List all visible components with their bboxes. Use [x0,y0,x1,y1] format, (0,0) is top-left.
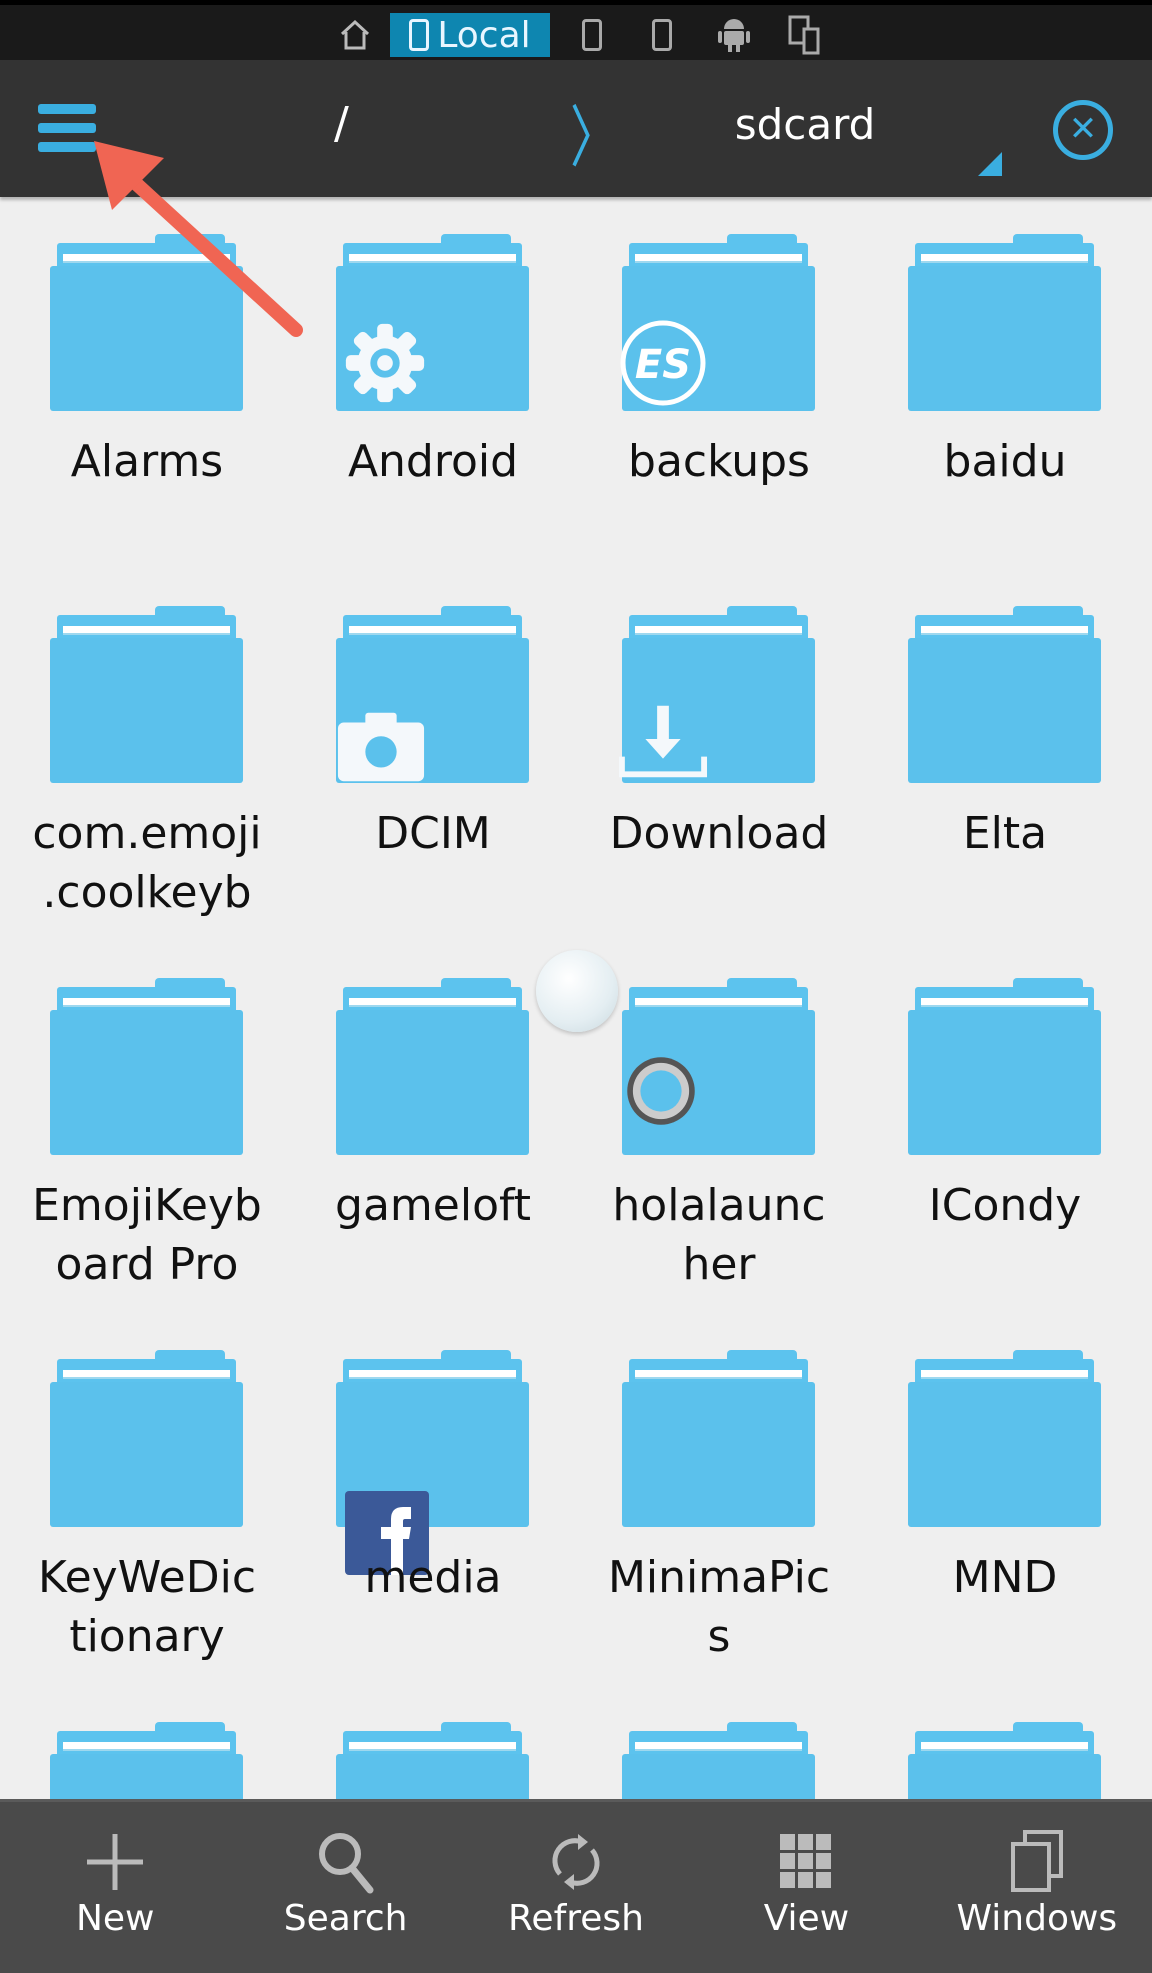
folder-item[interactable]: Download [576,569,862,941]
path-current-folder[interactable]: sdcard [700,100,910,149]
folder-item[interactable]: MinimaPic s [576,1313,862,1685]
folder-item[interactable]: gameloft [290,941,576,1313]
folder-icon [908,234,1101,411]
folder-icon [622,1350,815,1527]
folder-name: Alarms [70,436,224,487]
close-circle-icon[interactable]: ✕ [1053,100,1113,160]
folder-name: backups [628,436,810,487]
folder-name: holalaunc her [612,1180,826,1290]
phone-icon [582,19,602,51]
search-icon [230,1802,460,1898]
folder-name: Download [609,808,829,859]
folder-item[interactable] [290,1685,576,1799]
folder-name: media [364,1552,502,1603]
folder-item[interactable]: EmojiKeyb oard Pro [4,941,290,1313]
home-icon [340,19,370,50]
tab-device-1[interactable] [572,13,612,57]
folder-icon [908,1350,1101,1527]
dropdown-triangle-icon[interactable] [978,152,1002,176]
folder-icon [50,1350,243,1527]
folder-item[interactable]: DCIM [290,569,576,941]
devices-icon [788,15,820,55]
folder-item[interactable]: baidu [862,197,1148,569]
plus-icon [0,1802,230,1898]
windows-label: Windows [956,1898,1118,1939]
path-separator-icon: 〉 [570,98,619,178]
gear-icon [340,318,430,408]
folder-name: DCIM [375,808,491,859]
hamburger-menu-button[interactable] [38,104,96,152]
folder-icon [50,978,243,1155]
windows-icon [922,1802,1152,1898]
home-tab[interactable] [330,13,380,57]
tab-android[interactable] [712,13,756,57]
folder-item[interactable]: ES backups [576,197,862,569]
folder-name: Android [347,436,519,487]
folder-icon [50,606,243,783]
download-icon [618,696,708,786]
tab-local-label: Local [437,14,531,56]
folder-item[interactable]: Alarms [4,197,290,569]
folder-item[interactable] [862,1685,1148,1799]
tab-device-2[interactable] [642,13,682,57]
folder-item[interactable]: Android [290,197,576,569]
bottom-toolbar: New Search Refresh View Windows [0,1799,1152,1973]
refresh-label: Refresh [508,1898,644,1939]
folder-name: ICondy [928,1180,1082,1231]
folder-item[interactable]: holalaunc her [576,941,862,1313]
folder-name: com.emoji .coolkeyb [32,808,262,918]
path-root[interactable]: / [334,98,349,149]
tab-devices[interactable] [782,13,826,57]
folder-name: baidu [943,436,1067,487]
windows-button[interactable]: Windows [922,1802,1152,1973]
svg-text:ES: ES [635,342,691,388]
folder-icon [908,978,1101,1155]
view-button[interactable]: View [691,1802,921,1973]
folder-icon [336,1722,529,1799]
folder-item[interactable]: Elta [862,569,1148,941]
folder-icon [908,606,1101,783]
folder-icon [622,1722,815,1799]
folder-item[interactable] [4,1685,290,1799]
location-tabs-bar: Local [0,0,1152,60]
folder-name: Elta [962,808,1048,859]
touch-indicator [536,950,618,1032]
folder-name: KeyWeDic tionary [37,1552,257,1662]
folder-name: MND [952,1552,1058,1603]
folder-item[interactable] [576,1685,862,1799]
search-button[interactable]: Search [230,1802,460,1973]
folder-icon [50,234,243,411]
search-label: Search [283,1898,408,1939]
folder-icon [336,978,529,1155]
folder-item[interactable]: MND [862,1313,1148,1685]
folder-name: MinimaPic s [607,1552,831,1662]
path-header: / 〉 sdcard ✕ [0,60,1152,197]
folder-item[interactable]: ICondy [862,941,1148,1313]
phone-icon [409,19,430,51]
folder-icon [908,1722,1101,1799]
refresh-button[interactable]: Refresh [461,1802,691,1973]
view-label: View [763,1898,850,1939]
grid-icon [691,1802,921,1898]
folder-item[interactable]: KeyWeDic tionary [4,1313,290,1685]
new-label: New [75,1898,155,1939]
new-button[interactable]: New [0,1802,230,1973]
folder-icon [50,1722,243,1799]
phone-icon [652,19,672,51]
refresh-icon [461,1802,691,1898]
folder-name: EmojiKeyb oard Pro [32,1180,262,1290]
es-icon: ES [618,318,708,408]
tab-local[interactable]: Local [390,13,550,57]
folder-item[interactable]: media [290,1313,576,1685]
folder-name: gameloft [335,1180,531,1231]
ring-icon [616,1046,706,1136]
android-icon [718,19,750,52]
camera-icon [336,701,426,791]
folder-item[interactable]: com.emoji .coolkeyb [4,569,290,941]
